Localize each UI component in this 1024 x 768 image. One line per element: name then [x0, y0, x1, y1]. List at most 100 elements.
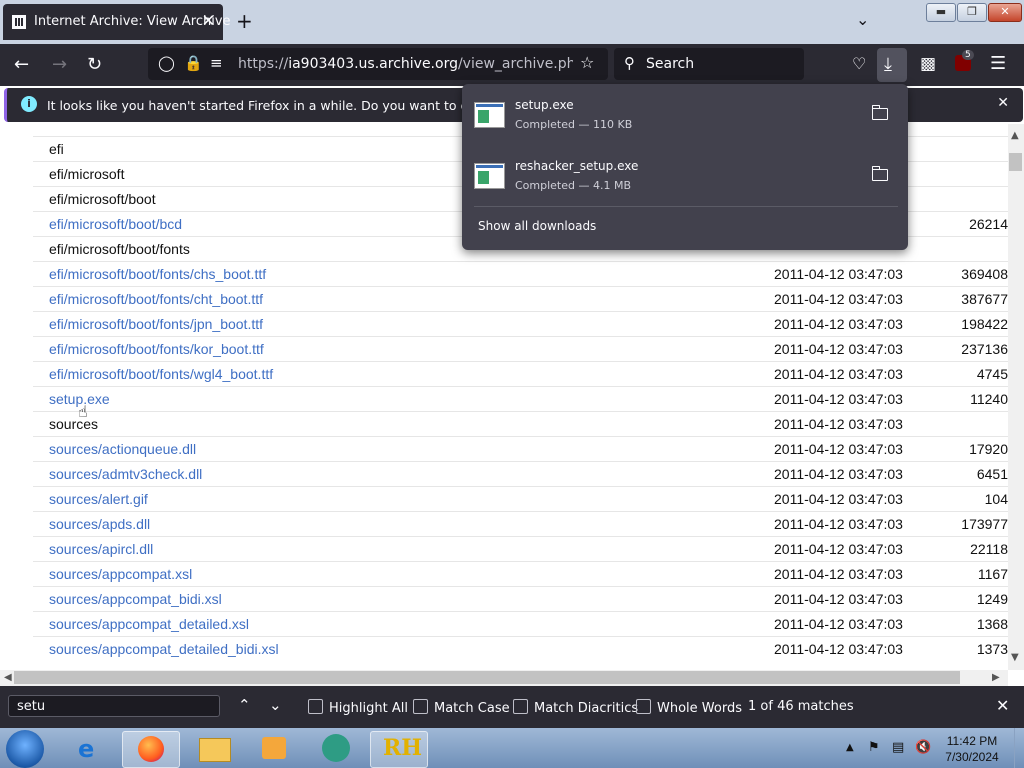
- taskbar-media-player[interactable]: [246, 731, 302, 766]
- file-link[interactable]: sources/actionqueue.dll: [49, 441, 196, 457]
- show-desktop-button[interactable]: [1014, 728, 1024, 768]
- highlight-all-checkbox[interactable]: Highlight All: [308, 699, 408, 716]
- open-folder-icon[interactable]: [871, 105, 888, 120]
- vertical-scrollbar[interactable]: ▲ ▼: [1008, 124, 1024, 670]
- resource-hacker-icon: RH: [383, 735, 423, 761]
- download-status: Completed — 4.1 MB: [515, 179, 632, 192]
- file-link[interactable]: sources/appcompat_detailed_bidi.xsl: [49, 641, 279, 657]
- taskbar-firefox[interactable]: [122, 731, 180, 768]
- file-link[interactable]: sources/admtv3check.dll: [49, 466, 202, 482]
- archive-favicon-icon: [12, 15, 26, 29]
- file-link[interactable]: efi/microsoft/boot/fonts/cht_boot.ttf: [49, 291, 263, 307]
- file-link[interactable]: sources/apircl.dll: [49, 541, 153, 557]
- forward-arrow-icon[interactable]: →: [52, 54, 67, 75]
- file-link[interactable]: efi/microsoft/boot/bcd: [49, 216, 182, 232]
- notification-close-icon[interactable]: ✕: [997, 95, 1009, 111]
- download-arrow-icon[interactable]: ⤓: [884, 54, 892, 75]
- scroll-left-arrow-icon[interactable]: ◀: [4, 672, 12, 683]
- taskbar-internet-explorer[interactable]: e: [62, 731, 118, 766]
- extensions-puzzle-icon[interactable]: ▩: [920, 54, 936, 74]
- search-box[interactable]: ⚲ Search: [614, 48, 804, 80]
- scroll-down-arrow-icon[interactable]: ▼: [1011, 652, 1019, 663]
- download-item-setup[interactable]: setup.exe Completed — 110 KB: [462, 84, 908, 144]
- match-diacritics-checkbox[interactable]: Match Diacritics: [513, 699, 638, 716]
- window-close-button[interactable]: ✕: [988, 3, 1022, 22]
- find-previous-icon[interactable]: ⌃: [238, 696, 251, 714]
- file-date: 2011-04-12 03:47:03: [774, 441, 903, 457]
- permissions-icon[interactable]: ≡: [210, 54, 223, 72]
- find-close-icon[interactable]: ✕: [996, 696, 1009, 715]
- horizontal-scroll-thumb[interactable]: [14, 671, 960, 684]
- file-date: 2011-04-12 03:47:03: [774, 266, 903, 282]
- file-date: 2011-04-12 03:47:03: [774, 591, 903, 607]
- file-date: 2011-04-12 03:47:03: [774, 541, 903, 557]
- bookmark-star-icon[interactable]: ☆: [580, 53, 594, 72]
- table-row: setup.exe 2011-04-12 03:47:03 11240: [33, 386, 1008, 412]
- file-date: 2011-04-12 03:47:03: [774, 491, 903, 507]
- network-icon[interactable]: ▤: [892, 740, 904, 755]
- file-date: 2011-04-12 03:47:03: [774, 416, 903, 432]
- clock-date: 7/30/2024: [945, 750, 999, 764]
- taskbar-app[interactable]: [308, 731, 364, 766]
- pocket-icon[interactable]: ♡: [852, 54, 866, 73]
- taskbar-clock[interactable]: 11:42 PM 7/30/2024: [936, 733, 1008, 765]
- scroll-up-arrow-icon[interactable]: ▲: [1011, 130, 1019, 141]
- file-link[interactable]: sources/appcompat_detailed.xsl: [49, 616, 249, 632]
- file-link[interactable]: efi/microsoft/boot/fonts/chs_boot.ttf: [49, 266, 266, 282]
- volume-muted-icon[interactable]: 🔇: [915, 740, 931, 755]
- file-size: 1368: [976, 616, 1008, 632]
- start-button[interactable]: [6, 730, 44, 768]
- list-tabs-chevron-icon[interactable]: ⌄: [856, 10, 869, 29]
- folder-name: efi/microsoft/boot/fonts: [49, 241, 190, 257]
- find-next-icon[interactable]: ⌄: [269, 696, 282, 714]
- taskbar-resource-hacker[interactable]: RH: [370, 731, 428, 768]
- hand-cursor-icon: ☝: [78, 402, 88, 421]
- table-row: efi/microsoft/boot/fonts/wgl4_boot.ttf 20…: [33, 361, 1008, 387]
- clock-time: 11:42 PM: [946, 734, 998, 748]
- file-link[interactable]: efi/microsoft/boot/fonts/jpn_boot.ttf: [49, 316, 263, 332]
- back-arrow-icon[interactable]: ←: [14, 54, 29, 75]
- downloads-button[interactable]: [877, 48, 907, 82]
- file-link[interactable]: efi/microsoft/boot/fonts/wgl4_boot.ttf: [49, 366, 273, 382]
- file-size: 387677: [961, 291, 1008, 307]
- table-row: sources/appcompat.xsl 2011-04-12 03:47:03…: [33, 561, 1008, 587]
- tab-close-icon[interactable]: ✕: [202, 11, 215, 30]
- download-item-reshacker[interactable]: reshacker_setup.exe Completed — 4.1 MB: [462, 145, 908, 205]
- show-all-downloads-button[interactable]: Show all downloads: [478, 219, 596, 233]
- file-link[interactable]: sources/appcompat.xsl: [49, 566, 192, 582]
- action-center-flag-icon[interactable]: ⚑: [868, 740, 880, 755]
- file-link[interactable]: sources/appcompat_bidi.xsl: [49, 591, 222, 607]
- window-minimize-button[interactable]: ▬: [926, 3, 956, 22]
- download-status: Completed — 110 KB: [515, 118, 633, 131]
- tracking-shield-icon[interactable]: ◯: [158, 54, 175, 72]
- file-link[interactable]: sources/alert.gif: [49, 491, 148, 507]
- table-row: sources/appcompat_detailed_bidi.xsl 2011-…: [33, 636, 1008, 662]
- scroll-right-arrow-icon[interactable]: ▶: [992, 672, 1000, 683]
- exe-file-icon: [474, 102, 505, 128]
- vertical-scroll-thumb[interactable]: [1009, 153, 1022, 171]
- url-text[interactable]: https://ia903403.us.archive.org/view_arc…: [238, 56, 573, 72]
- file-link[interactable]: sources/apds.dll: [49, 516, 150, 532]
- info-icon: i: [21, 96, 37, 112]
- url-bar[interactable]: ◯ 🔒 ≡ https://ia903403.us.archive.org/vi…: [148, 48, 608, 80]
- tray-expand-icon[interactable]: ▲: [846, 742, 854, 753]
- menu-hamburger-icon[interactable]: ☰: [990, 53, 1006, 74]
- lock-icon[interactable]: 🔒: [184, 54, 203, 72]
- reload-icon[interactable]: ↻: [87, 54, 102, 75]
- taskbar-explorer[interactable]: [186, 731, 242, 766]
- tab-internet-archive[interactable]: Internet Archive: View Archive ✕: [3, 4, 231, 40]
- table-row: sources/apircl.dll 2011-04-12 03:47:03 221…: [33, 536, 1008, 562]
- find-input[interactable]: setu: [8, 695, 220, 717]
- new-tab-button[interactable]: +: [236, 9, 253, 33]
- extension-badge: 5: [962, 50, 974, 60]
- file-date: 2011-04-12 03:47:03: [774, 291, 903, 307]
- file-link[interactable]: efi/microsoft/boot/fonts/kor_boot.ttf: [49, 341, 264, 357]
- table-row: sources/alert.gif 2011-04-12 03:47:03 104: [33, 486, 1008, 512]
- open-folder-icon[interactable]: [871, 166, 888, 181]
- match-case-checkbox[interactable]: Match Case: [413, 699, 510, 716]
- file-size: 1249: [976, 591, 1008, 607]
- window-restore-button[interactable]: ❐: [957, 3, 987, 22]
- whole-words-checkbox[interactable]: Whole Words: [636, 699, 742, 716]
- file-date: 2011-04-12 03:47:03: [774, 616, 903, 632]
- table-row: efi/microsoft/boot/fonts/cht_boot.ttf 201…: [33, 286, 1008, 312]
